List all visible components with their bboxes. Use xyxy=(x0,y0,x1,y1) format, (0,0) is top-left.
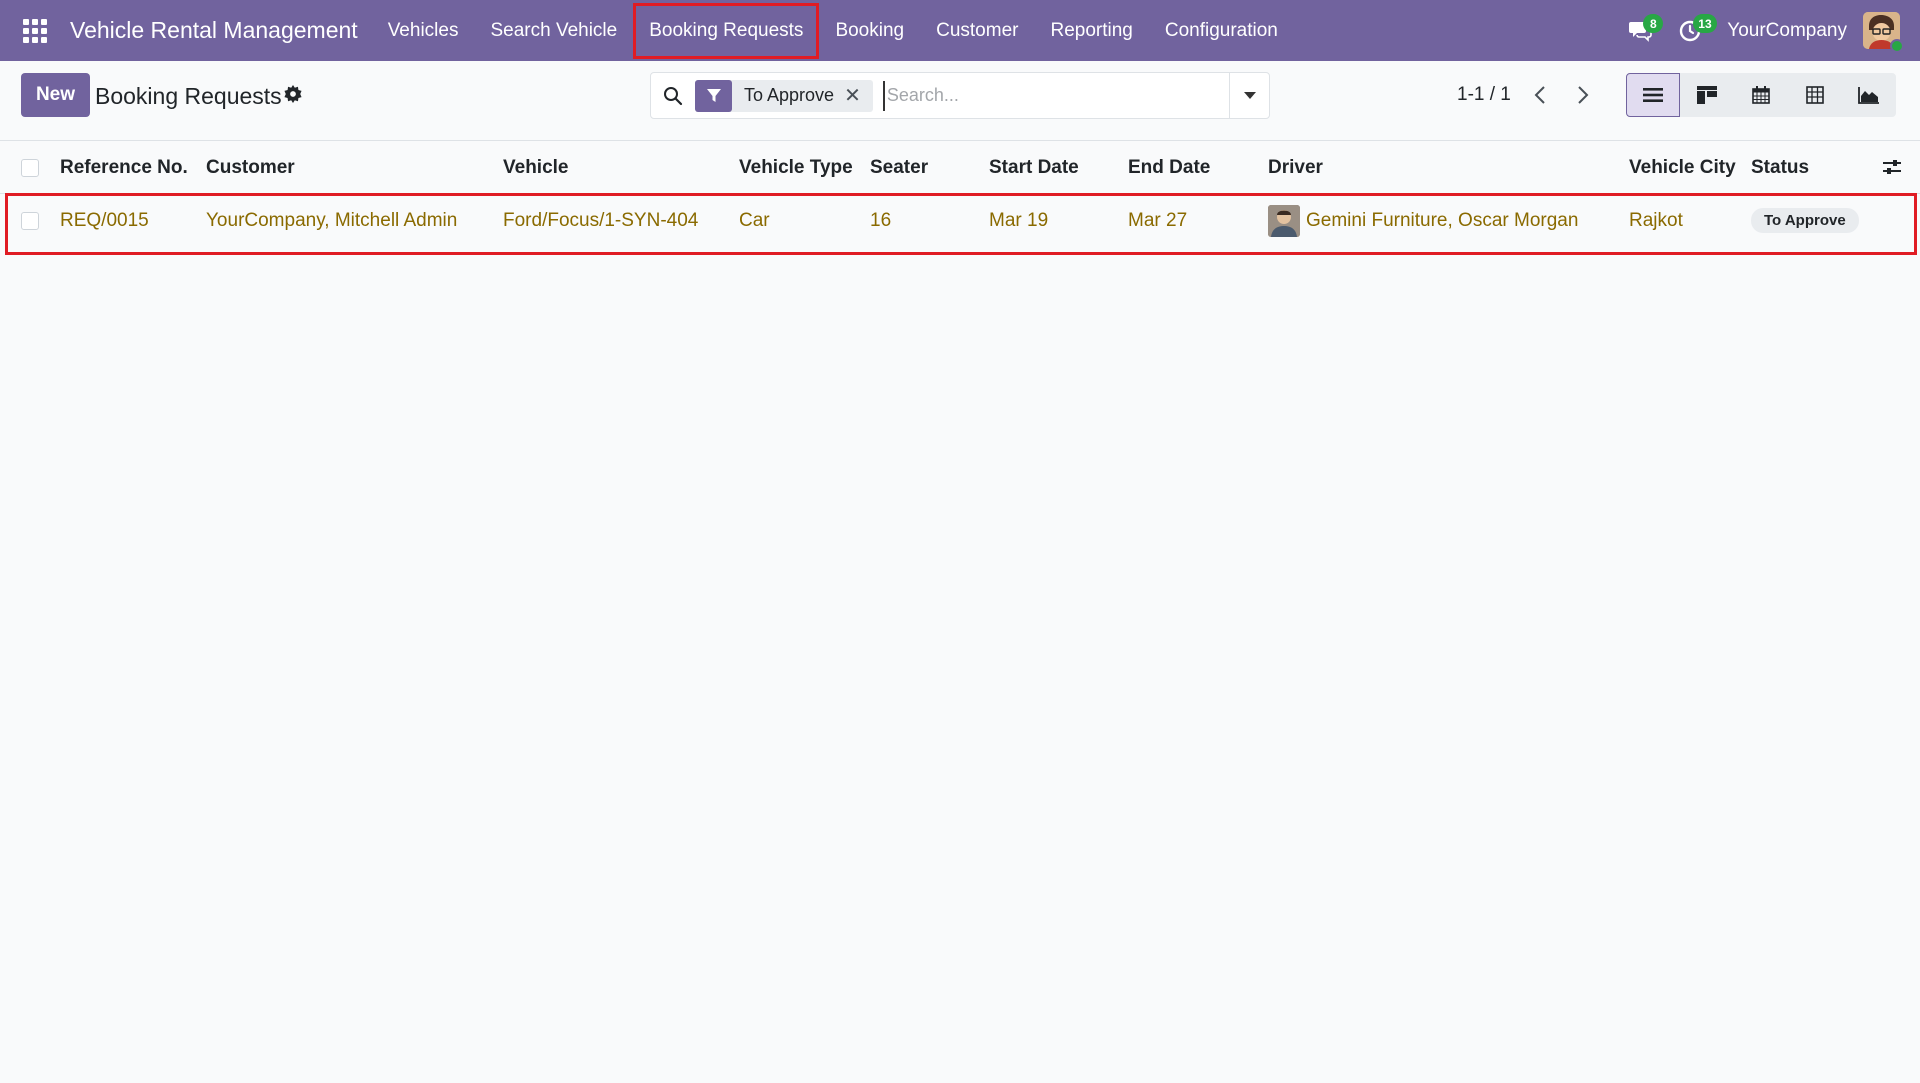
nav-item-search-vehicle[interactable]: Search Vehicle xyxy=(474,3,633,59)
search-facet: To Approve ✕ xyxy=(695,79,873,112)
column-header-driver[interactable]: Driver xyxy=(1268,141,1323,194)
pivot-view-button[interactable] xyxy=(1788,73,1842,117)
calendar-view-button[interactable] xyxy=(1734,73,1788,117)
apps-menu-button[interactable] xyxy=(0,0,70,61)
new-button[interactable]: New xyxy=(21,73,90,117)
pager-next-button[interactable] xyxy=(1568,79,1598,111)
column-header-vehicle[interactable]: Vehicle xyxy=(503,141,569,194)
chevron-left-icon xyxy=(1534,86,1545,104)
control-panel: New Booking Requests To Approve ✕ Search… xyxy=(0,61,1920,141)
gear-icon[interactable] xyxy=(284,85,302,109)
row-select-cell xyxy=(21,194,39,247)
kanban-view-button[interactable] xyxy=(1680,73,1734,117)
cell-start-date[interactable]: Mar 19 xyxy=(989,194,1048,247)
cell-seater[interactable]: 16 xyxy=(870,194,891,247)
messages-count-badge: 8 xyxy=(1643,14,1664,33)
nav-item-vehicles[interactable]: Vehicles xyxy=(372,3,475,59)
nav-item-customer[interactable]: Customer xyxy=(920,3,1034,59)
column-header-reference[interactable]: Reference No. xyxy=(60,141,188,194)
filter-icon xyxy=(695,79,732,112)
cell-customer[interactable]: YourCompany, Mitchell Admin xyxy=(206,194,457,247)
company-switcher[interactable]: YourCompany xyxy=(1727,20,1847,42)
select-all-checkbox[interactable] xyxy=(21,158,39,177)
cell-driver[interactable]: Gemini Furniture, Oscar Morgan xyxy=(1268,194,1578,247)
list-icon xyxy=(1643,88,1663,102)
status-badge: To Approve xyxy=(1751,208,1859,233)
area-chart-icon xyxy=(1858,87,1879,104)
cell-vehicle-type[interactable]: Car xyxy=(739,194,770,247)
search-bar: To Approve ✕ xyxy=(650,72,1270,119)
cell-reference[interactable]: REQ/0015 xyxy=(60,194,149,247)
remove-facet-icon[interactable]: ✕ xyxy=(844,83,873,108)
facet-label: To Approve xyxy=(744,85,835,105)
top-navbar: Vehicle Rental Management Vehicles Searc… xyxy=(0,0,1920,61)
nav-item-configuration[interactable]: Configuration xyxy=(1149,3,1294,59)
caret-down-icon xyxy=(1243,92,1256,99)
page-title: Booking Requests xyxy=(95,83,282,109)
cell-status: To Approve xyxy=(1751,194,1859,247)
select-all-cell xyxy=(21,141,39,194)
column-header-end-date[interactable]: End Date xyxy=(1128,141,1210,194)
kanban-icon xyxy=(1697,86,1717,104)
pager-previous-button[interactable] xyxy=(1525,79,1555,111)
column-header-start-date[interactable]: Start Date xyxy=(989,141,1079,194)
column-header-vehicle-city[interactable]: Vehicle City xyxy=(1629,141,1736,194)
nav-item-booking[interactable]: Booking xyxy=(819,3,920,59)
search-input[interactable] xyxy=(882,80,1229,111)
driver-name: Gemini Furniture, Oscar Morgan xyxy=(1306,209,1579,231)
user-avatar[interactable] xyxy=(1863,12,1904,53)
cell-end-date[interactable]: Mar 27 xyxy=(1128,194,1187,247)
view-switcher xyxy=(1626,73,1896,117)
cell-vehicle-city[interactable]: Rajkot xyxy=(1629,194,1683,247)
nav-item-booking-requests[interactable]: Booking Requests xyxy=(633,2,820,59)
pager-value[interactable]: 1-1 / 1 xyxy=(1457,84,1511,106)
graph-view-button[interactable] xyxy=(1842,73,1896,117)
chevron-right-icon xyxy=(1578,86,1589,104)
systray: 8 13 YourCompany xyxy=(1615,0,1920,61)
messages-button[interactable]: 8 xyxy=(1615,0,1665,61)
column-header-vehicle-type[interactable]: Vehicle Type xyxy=(739,141,853,194)
apps-grid-icon xyxy=(23,18,47,43)
list-header: Reference No. Customer Vehicle Vehicle T… xyxy=(0,141,1920,194)
activities-count-badge: 13 xyxy=(1693,14,1717,33)
list-view-button[interactable] xyxy=(1626,73,1680,117)
column-header-status[interactable]: Status xyxy=(1751,141,1809,194)
table-row[interactable]: REQ/0015 YourCompany, Mitchell Admin For… xyxy=(0,194,1920,247)
activities-button[interactable]: 13 xyxy=(1665,0,1717,61)
search-icon[interactable] xyxy=(651,86,695,106)
column-header-customer[interactable]: Customer xyxy=(206,141,295,194)
optional-columns-icon[interactable] xyxy=(1882,157,1902,182)
online-status-dot xyxy=(1890,39,1904,53)
nav-item-reporting[interactable]: Reporting xyxy=(1034,3,1148,59)
column-header-seater[interactable]: Seater xyxy=(870,141,928,194)
driver-avatar xyxy=(1268,204,1300,237)
app-name[interactable]: Vehicle Rental Management xyxy=(70,17,358,44)
calendar-icon xyxy=(1752,86,1770,104)
cell-vehicle[interactable]: Ford/Focus/1-SYN-404 xyxy=(503,194,698,247)
row-checkbox[interactable] xyxy=(21,211,39,230)
booking-requests-list: Reference No. Customer Vehicle Vehicle T… xyxy=(0,141,1920,255)
search-options-toggle[interactable] xyxy=(1229,73,1269,118)
pivot-icon xyxy=(1806,86,1824,104)
